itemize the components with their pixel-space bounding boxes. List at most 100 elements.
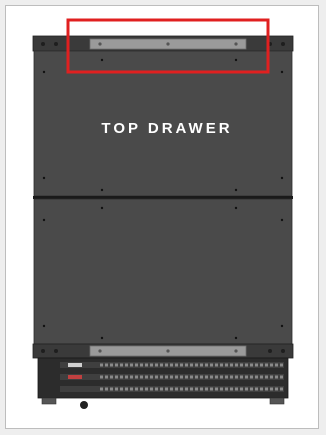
vent-slot [175,375,178,379]
vent-slot [130,387,133,391]
caster-wheel [80,401,88,409]
vent-slot [250,363,253,367]
vent-slot [170,363,173,367]
vent-slot [270,363,273,367]
vent-slot [175,363,178,367]
vent-slot [195,375,198,379]
vent-slot [120,387,123,391]
vent-slot [180,375,183,379]
vent-slot [195,387,198,391]
vent-slot [205,375,208,379]
bottom-drawer-panel [33,198,293,345]
vent-slot [190,387,193,391]
vent-slot [120,375,123,379]
vent-slot [280,363,283,367]
vent-slot [260,375,263,379]
vent-slot [245,363,248,367]
vent-slot [185,375,188,379]
vent-slot [155,375,158,379]
vent-slot [125,375,128,379]
vent-slot [190,375,193,379]
vent-slot [250,375,253,379]
vent-slot [145,363,148,367]
vent-slot [165,387,168,391]
vent-slot [245,387,248,391]
vent-slot [125,387,128,391]
vent-slot [200,375,203,379]
vent-slot [230,375,233,379]
vent-slot [160,387,163,391]
vent-slot [140,375,143,379]
bracket-screw [234,42,238,46]
vent-slot [270,375,273,379]
vent-slot [275,363,278,367]
vent-slot [100,387,103,391]
vent-slot [180,363,183,367]
vent-slot [200,363,203,367]
vent-slot [185,387,188,391]
vent-slot [150,387,153,391]
vent-slot [150,363,153,367]
vent-slot [140,387,143,391]
vent-slot [175,387,178,391]
vent-slot [250,387,253,391]
drawer-label: TOP DRAWER [101,120,232,137]
vent-slot [170,375,173,379]
vent-slot [105,363,108,367]
screw [268,349,272,353]
bracket-screw [234,349,238,353]
vent-slot [105,387,108,391]
vent-slot [125,363,128,367]
bracket-screw [166,42,170,46]
vent-slot [210,363,213,367]
screw [54,349,58,353]
drawer-divider [33,196,293,199]
screw [54,42,58,46]
vent-slot [155,387,158,391]
vent-slot [160,363,163,367]
right-foot [269,397,285,405]
vent-slot [115,363,118,367]
vent-slot [185,363,188,367]
vent-slot [170,387,173,391]
vent-slot [145,387,148,391]
vent-slot [135,363,138,367]
vent-slot [215,375,218,379]
vent-slot [255,363,258,367]
vent-slot [165,363,168,367]
vent-slot [235,375,238,379]
vent-slot [160,375,163,379]
vent-slot [220,375,223,379]
vent-slot [165,375,168,379]
vent-slot [235,387,238,391]
vent-slot [275,387,278,391]
vent-slot [260,387,263,391]
cabinet-diagram: TOP DRAWER [32,18,294,409]
vent-slot [235,363,238,367]
screw [41,349,45,353]
vent-slot [145,375,148,379]
vent-slot [110,387,113,391]
vent-strips [60,362,284,392]
vent-slot [130,363,133,367]
vent-slot [150,375,153,379]
left-foot [41,397,57,405]
vent-slot [140,363,143,367]
vent-slot [240,387,243,391]
vent-slot [100,363,103,367]
vent-slot [230,387,233,391]
vent-slot [215,363,218,367]
vent-slot [110,363,113,367]
vent-slot [210,387,213,391]
vent-slot [180,387,183,391]
vent-slot [205,363,208,367]
vent-slot [115,375,118,379]
vent-slot [245,375,248,379]
vent-slot [115,387,118,391]
vent-slot [240,363,243,367]
vent-slot [215,387,218,391]
vent-slot [280,375,283,379]
vent-slot [220,387,223,391]
vent-slot [275,375,278,379]
screw [281,42,285,46]
